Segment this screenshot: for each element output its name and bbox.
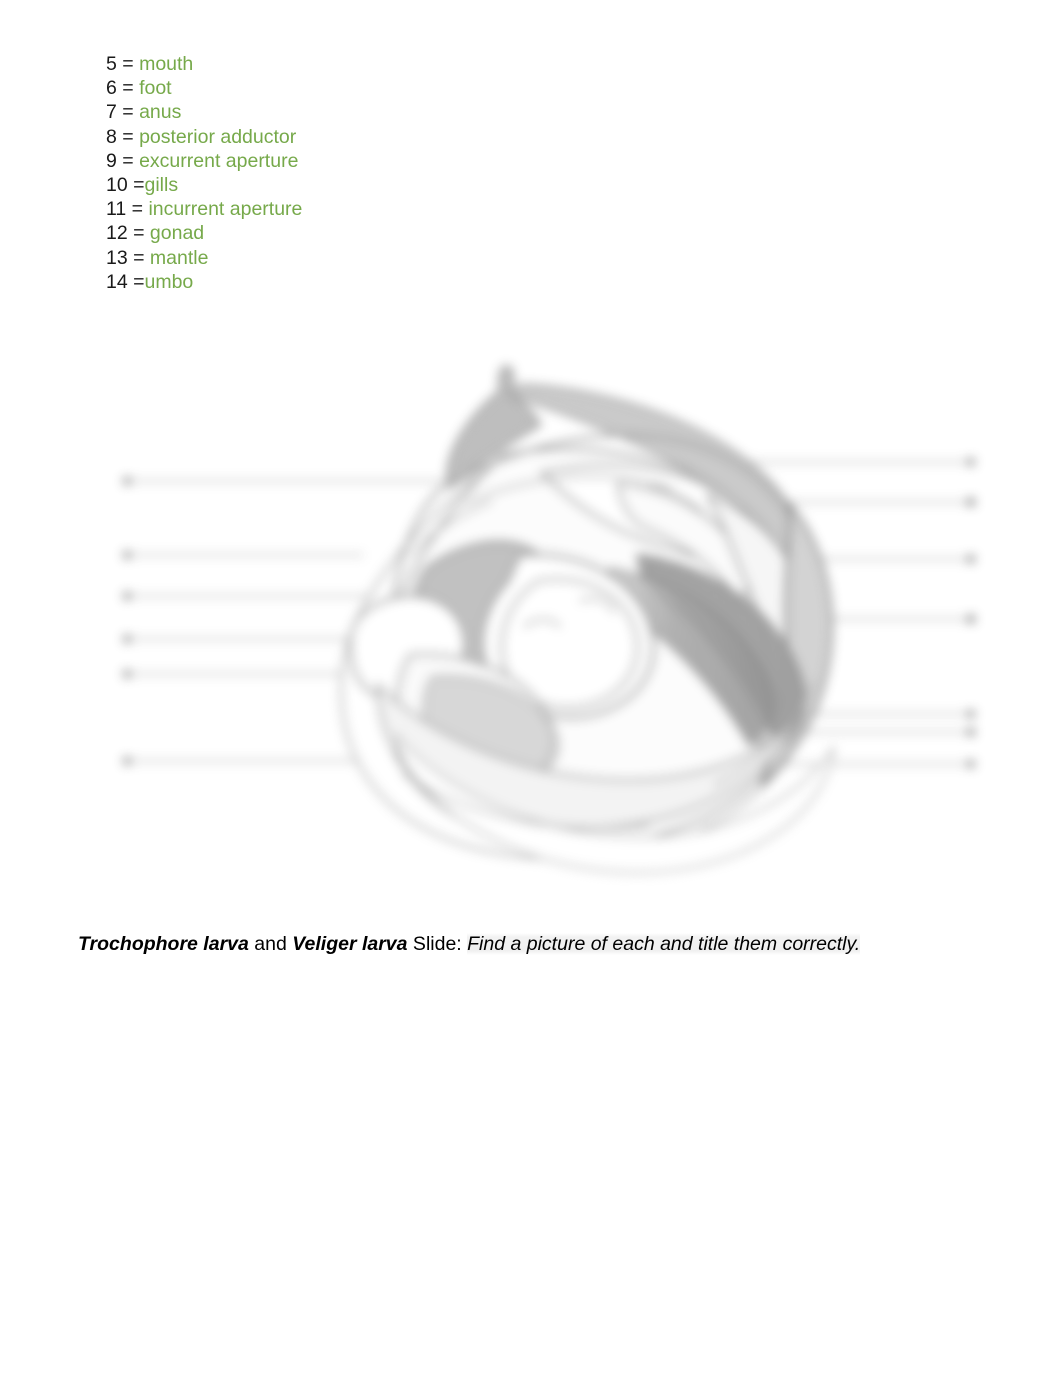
- caption-term-trochophore: Trochophore larva: [78, 933, 249, 955]
- list-item: 13 = mantle: [106, 246, 626, 270]
- list-item: 10 =gills: [106, 173, 626, 197]
- label-term: gills: [144, 174, 179, 197]
- list-item: 7 = anus: [106, 100, 626, 124]
- list-item: 9 = excurrent aperture: [106, 149, 626, 173]
- list-item: 6 = foot: [106, 76, 626, 100]
- label-number: 10 =: [106, 174, 145, 197]
- label-term: umbo: [144, 270, 194, 293]
- label-number: 13 =: [106, 246, 150, 269]
- label-term: gonad: [149, 222, 205, 245]
- document-page: 5 = mouth 6 = foot 7 = anus 8 = posterio…: [0, 0, 1062, 1376]
- label-number: 6 =: [106, 77, 140, 100]
- caption-conjunction: and: [248, 933, 293, 955]
- list-item: 11 = incurrent aperture: [106, 197, 626, 221]
- label-number: 11 =: [106, 198, 149, 221]
- caption-slide-label: Slide:: [407, 933, 468, 955]
- label-term: posterior adductor: [139, 125, 297, 148]
- label-number: 14 =: [106, 270, 145, 293]
- label-number: 9 =: [106, 149, 140, 172]
- caption-term-veliger: Veliger larva: [292, 933, 408, 955]
- caption-instruction-highlighted: Find a picture of each and title them co…: [467, 933, 861, 955]
- label-number: 7 =: [106, 101, 140, 124]
- label-number: 5 =: [106, 53, 140, 75]
- label-term: anus: [139, 101, 182, 124]
- label-term: excurrent aperture: [139, 149, 299, 172]
- label-term: mantle: [149, 246, 209, 269]
- label-term: mouth: [139, 53, 194, 75]
- list-item: 12 = gonad: [106, 221, 626, 245]
- list-item: 8 = posterior adductor: [106, 125, 626, 149]
- label-term: incurrent aperture: [148, 198, 303, 221]
- label-term: foot: [139, 77, 172, 100]
- clam-anatomy-key: 5 = mouth 6 = foot 7 = anus 8 = posterio…: [106, 52, 626, 294]
- caption-trochophore-veliger: Trochophore larva and Veliger larva Slid…: [78, 931, 861, 957]
- list-item: 5 = mouth: [106, 52, 626, 76]
- clam-anatomy-diagram: [110, 355, 990, 875]
- label-number: 8 =: [106, 125, 140, 148]
- diagram-blur-layer: [110, 355, 990, 875]
- list-item: 14 =umbo: [106, 270, 626, 294]
- clam-anatomy-svg: [122, 365, 976, 874]
- label-number: 12 =: [106, 222, 150, 245]
